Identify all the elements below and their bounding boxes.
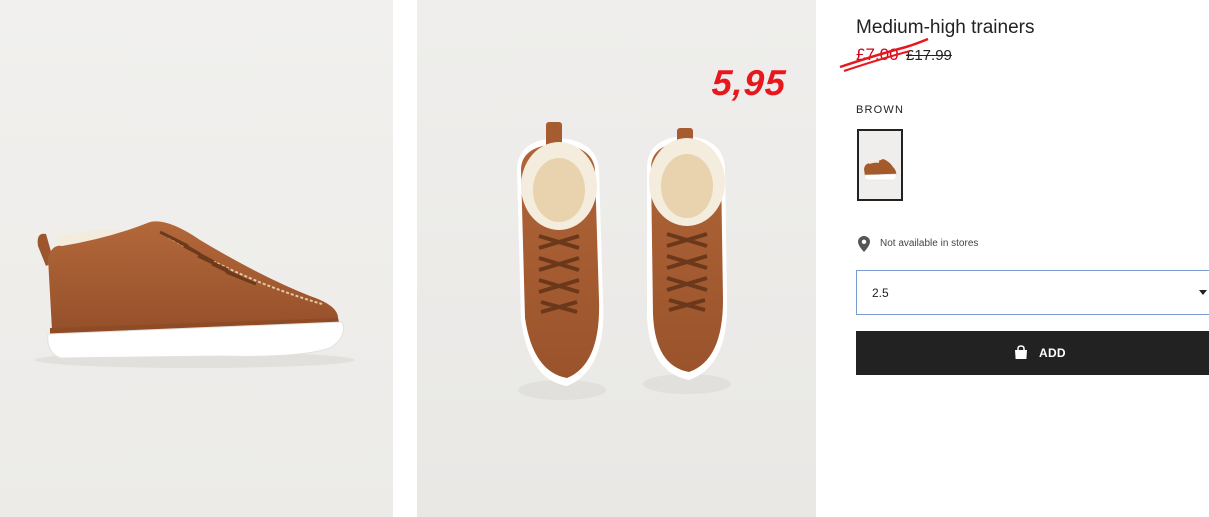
shoe-thumbnail-icon bbox=[864, 159, 897, 181]
store-availability: Not available in stores bbox=[856, 236, 1156, 252]
store-availability-text: Not available in stores bbox=[880, 238, 979, 249]
color-label: BROWN bbox=[856, 104, 905, 116]
product-info-panel: Medium-high trainers £7.00 £17.99 BROWN … bbox=[839, 0, 1209, 517]
add-button-label: ADD bbox=[1039, 346, 1066, 360]
trainer-side-illustration bbox=[35, 221, 355, 368]
price-row: £7.00 £17.99 bbox=[839, 37, 1056, 72]
chevron-down-icon bbox=[1199, 290, 1207, 295]
add-to-bag-button[interactable]: ADD bbox=[856, 331, 1209, 375]
size-select-value: 2.5 bbox=[872, 286, 889, 300]
color-swatch-brown[interactable] bbox=[857, 129, 903, 201]
add-button-content: ADD bbox=[1014, 345, 1094, 361]
product-page: 5,95 Medium-high trainers £7.00 £17.99 B… bbox=[0, 0, 1209, 517]
red-strikethrough-scribble bbox=[839, 37, 929, 72]
product-image-side-view[interactable] bbox=[0, 0, 393, 517]
size-select[interactable]: 2.5 bbox=[856, 270, 1209, 315]
shopping-bag-icon bbox=[1015, 345, 1027, 359]
location-pin-icon bbox=[858, 236, 870, 252]
sale-price-sticker: 5,95 bbox=[710, 62, 788, 103]
